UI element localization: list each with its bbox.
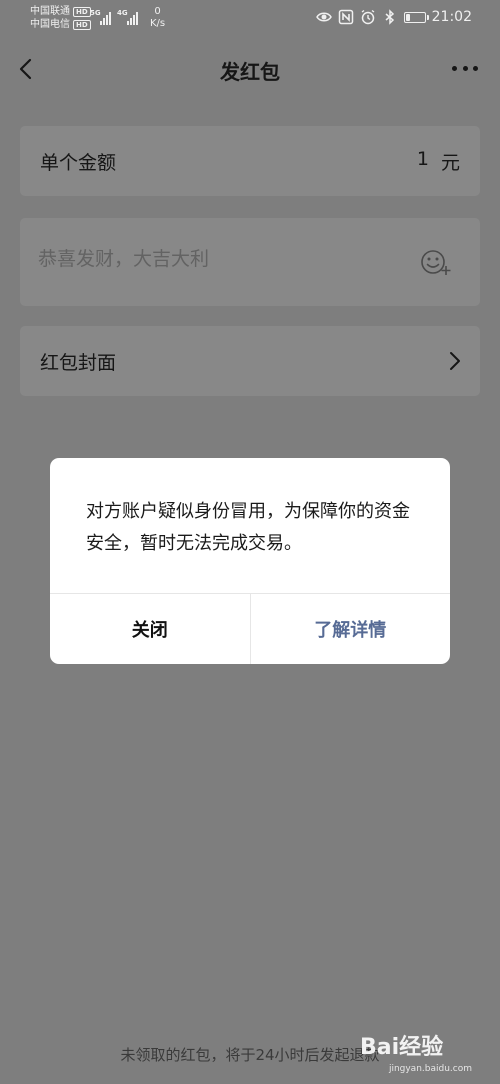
more-dots-icon[interactable] (452, 62, 478, 74)
more-dot (462, 65, 468, 71)
network-speed-value: 0 (154, 6, 161, 17)
hd-badge-1: HD (73, 6, 91, 17)
dialog-actions: 关闭 了解详情 (50, 593, 450, 664)
status-bar: 中国联通 HD 中国电信 HD 5G 4G 0 K/s 21:02 (0, 0, 500, 36)
more-dot (452, 65, 457, 71)
eye-icon (315, 12, 332, 22)
carrier-name-1: 中国联通 (30, 6, 70, 17)
hd-badge-2: HD (73, 19, 91, 30)
watermark-url: jingyan.baidu.com (388, 1064, 472, 1074)
emoji-add-icon[interactable] (418, 246, 452, 278)
amount-label: 单个金额 (40, 152, 117, 174)
amount-card[interactable]: 单个金额 1 元 (20, 126, 480, 196)
greeting-input[interactable] (38, 248, 408, 270)
watermark-logo: Bai经验 (360, 1035, 444, 1060)
learn-more-button[interactable]: 了解详情 (251, 594, 451, 664)
more-dot (473, 65, 478, 71)
signal-strength-icon: 5G (90, 9, 111, 25)
bluetooth-icon (385, 9, 394, 25)
cover-label: 红包封面 (40, 352, 117, 374)
greeting-card (20, 218, 480, 306)
nav-bar: 发红包 (0, 40, 500, 98)
signal-group: 5G 4G (90, 9, 138, 25)
cover-card[interactable]: 红包封面 (20, 326, 480, 396)
amount-unit: 元 (440, 152, 460, 174)
status-icons: 21:02 (315, 9, 472, 25)
close-button[interactable]: 关闭 (50, 594, 251, 664)
alarm-icon (361, 9, 375, 25)
battery-level (405, 13, 410, 21)
page-title: 发红包 (220, 60, 280, 84)
battery-icon (403, 11, 429, 23)
carrier-info: 中国联通 HD 中国电信 HD (30, 5, 91, 31)
carrier-name-2: 中国电信 (30, 19, 70, 30)
network-speed-unit: K/s (150, 18, 166, 29)
amount-value: 1 (416, 148, 429, 170)
alert-dialog: 对方账户疑似身份冒用，为保障你的资金安全，暂时无法完成交易。 关闭 了解详情 (50, 458, 450, 664)
nfc-icon (338, 9, 353, 25)
dialog-message: 对方账户疑似身份冒用，为保障你的资金安全，暂时无法完成交易。 (86, 501, 410, 554)
network-speed: 0 K/s (150, 6, 165, 30)
network-type-1: 5G (90, 9, 101, 17)
chevron-right-icon (450, 352, 460, 370)
status-time: 21:02 (431, 9, 472, 25)
amount-display: 1 元 (417, 148, 460, 175)
signal-strength-icon: 4G (117, 9, 138, 25)
network-type-2: 4G (117, 9, 128, 17)
